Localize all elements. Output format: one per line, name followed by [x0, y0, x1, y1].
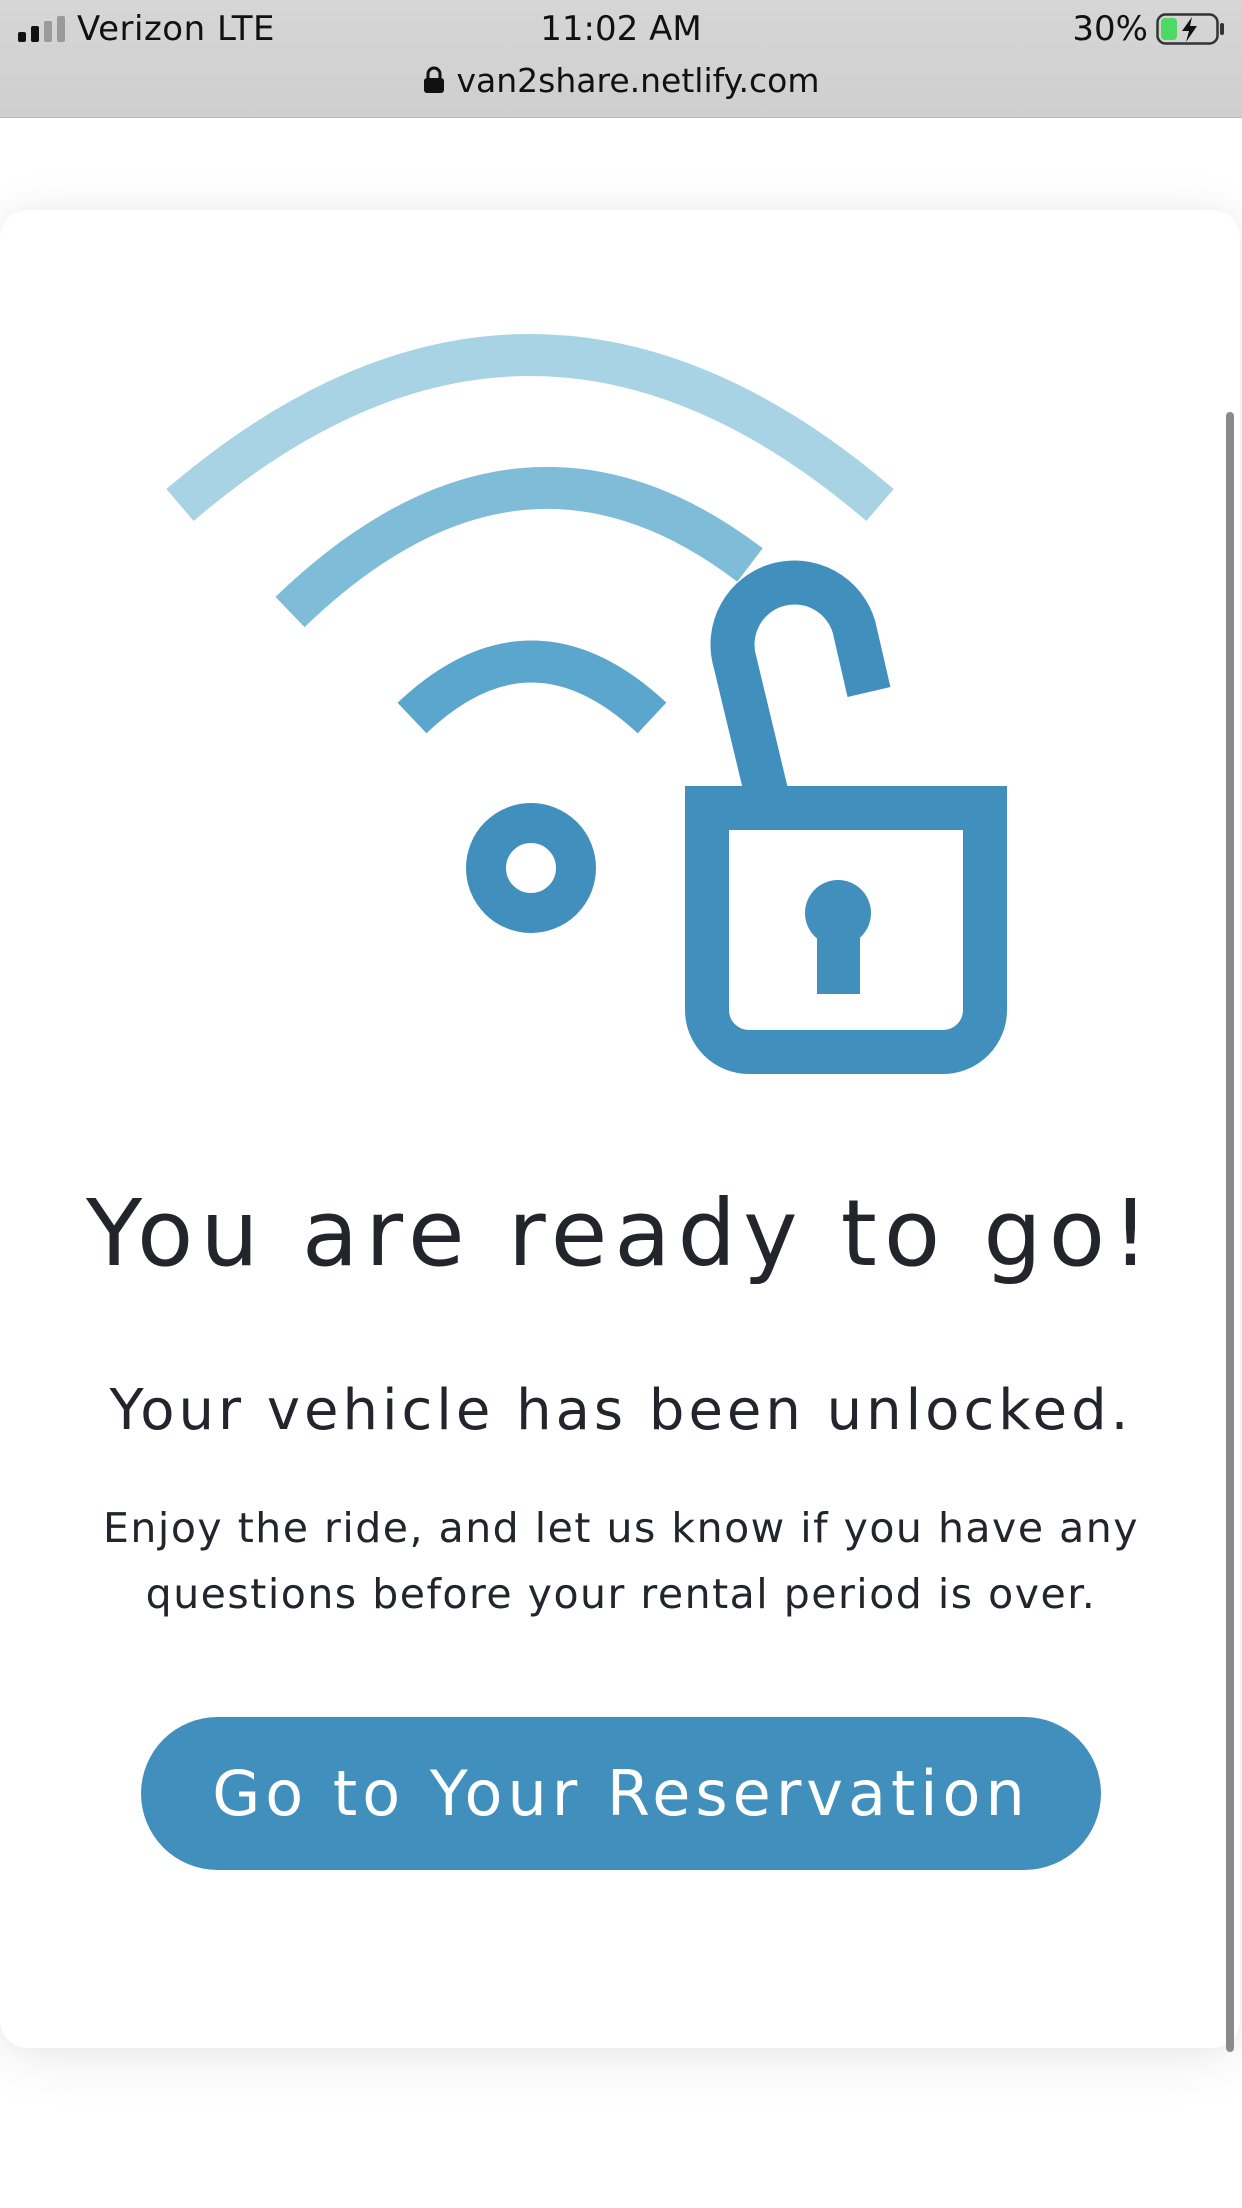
battery-charging-icon: [1156, 13, 1224, 45]
address-bar[interactable]: van2share.netlify.com: [0, 58, 1242, 102]
battery-percent: 30%: [1072, 9, 1148, 49]
url-text[interactable]: van2share.netlify.com: [457, 61, 820, 100]
battery-group: 30%: [1072, 8, 1226, 50]
scrollbar[interactable]: [1226, 412, 1234, 2052]
wave-middle: [275, 466, 763, 628]
page-title: You are ready to go!: [86, 1180, 1156, 1287]
keyhole-slot: [817, 920, 860, 994]
lock-icon: [423, 66, 444, 93]
go-to-reservation-button[interactable]: Go to Your Reservation: [141, 1717, 1101, 1870]
unlock-status: Your vehicle has been unlocked.: [109, 1378, 1133, 1443]
browser-status-bar: Verizon LTE 11:02 AM 30% van2share.netli…: [0, 0, 1242, 118]
wave-inner: [397, 640, 667, 734]
clock: 11:02 AM: [540, 9, 702, 49]
wireless-unlock-icon: [166, 334, 1007, 1074]
info-message: Enjoy the ride, and let us know if you h…: [103, 1504, 1139, 1618]
signal-dot: [466, 803, 596, 933]
padlock-shackle: [710, 560, 891, 814]
